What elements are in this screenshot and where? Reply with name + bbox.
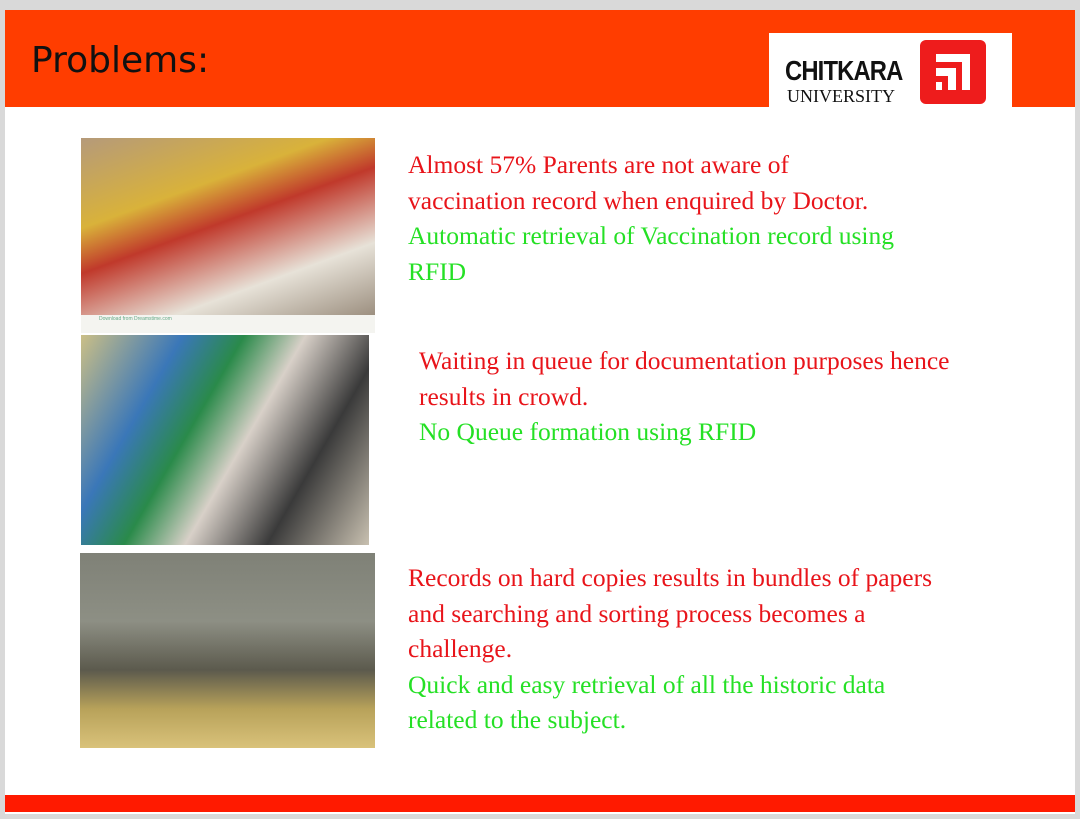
problem-text: and searching and sorting process become…	[408, 598, 866, 628]
problem-text: results in crowd.	[419, 381, 589, 411]
problem-text: Waiting in queue for documentation purpo…	[419, 346, 950, 375]
slide: Problems: CHITKARA UNIVERSITY Download f…	[5, 10, 1075, 814]
solution-text: RFID	[408, 256, 467, 286]
slide-title: Problems:	[31, 40, 210, 81]
solution-text: related to the subject.	[408, 705, 627, 734]
problem-block-3: Records on hard copies results in bundle…	[408, 560, 932, 738]
problem-text: Records on hard copies results in bundle…	[408, 563, 933, 592]
problem-text: challenge.	[408, 634, 513, 663]
logo-line1: CHITKARA	[785, 55, 903, 86]
image-watermark: Download from Dreamstime.com	[81, 315, 375, 333]
logo-line2: UNIVERSITY	[787, 86, 895, 106]
paper-records-photo	[80, 553, 375, 748]
chitkara-logo: CHITKARA UNIVERSITY	[769, 33, 1012, 107]
header-bar: Problems: CHITKARA UNIVERSITY	[5, 10, 1075, 107]
problem-text: vaccination record when enquired by Doct…	[408, 185, 869, 215]
solution-text: No Queue formation using RFID	[419, 417, 757, 446]
solution-text: Automatic retrieval of Vaccination recor…	[408, 221, 894, 250]
footer-bar	[5, 795, 1075, 812]
problem-block-2: Waiting in queue for documentation purpo…	[419, 343, 949, 450]
problem-text: Almost 57% Parents are not aware of	[408, 150, 789, 179]
solution-text: Quick and easy retrieval of all the hist…	[408, 669, 886, 699]
queue-photo	[81, 335, 369, 545]
problem-block-1: Almost 57% Parents are not aware of vacc…	[408, 147, 894, 289]
logo-mark-icon	[920, 40, 986, 104]
parents-doctor-photo: Download from Dreamstime.com	[81, 138, 375, 333]
